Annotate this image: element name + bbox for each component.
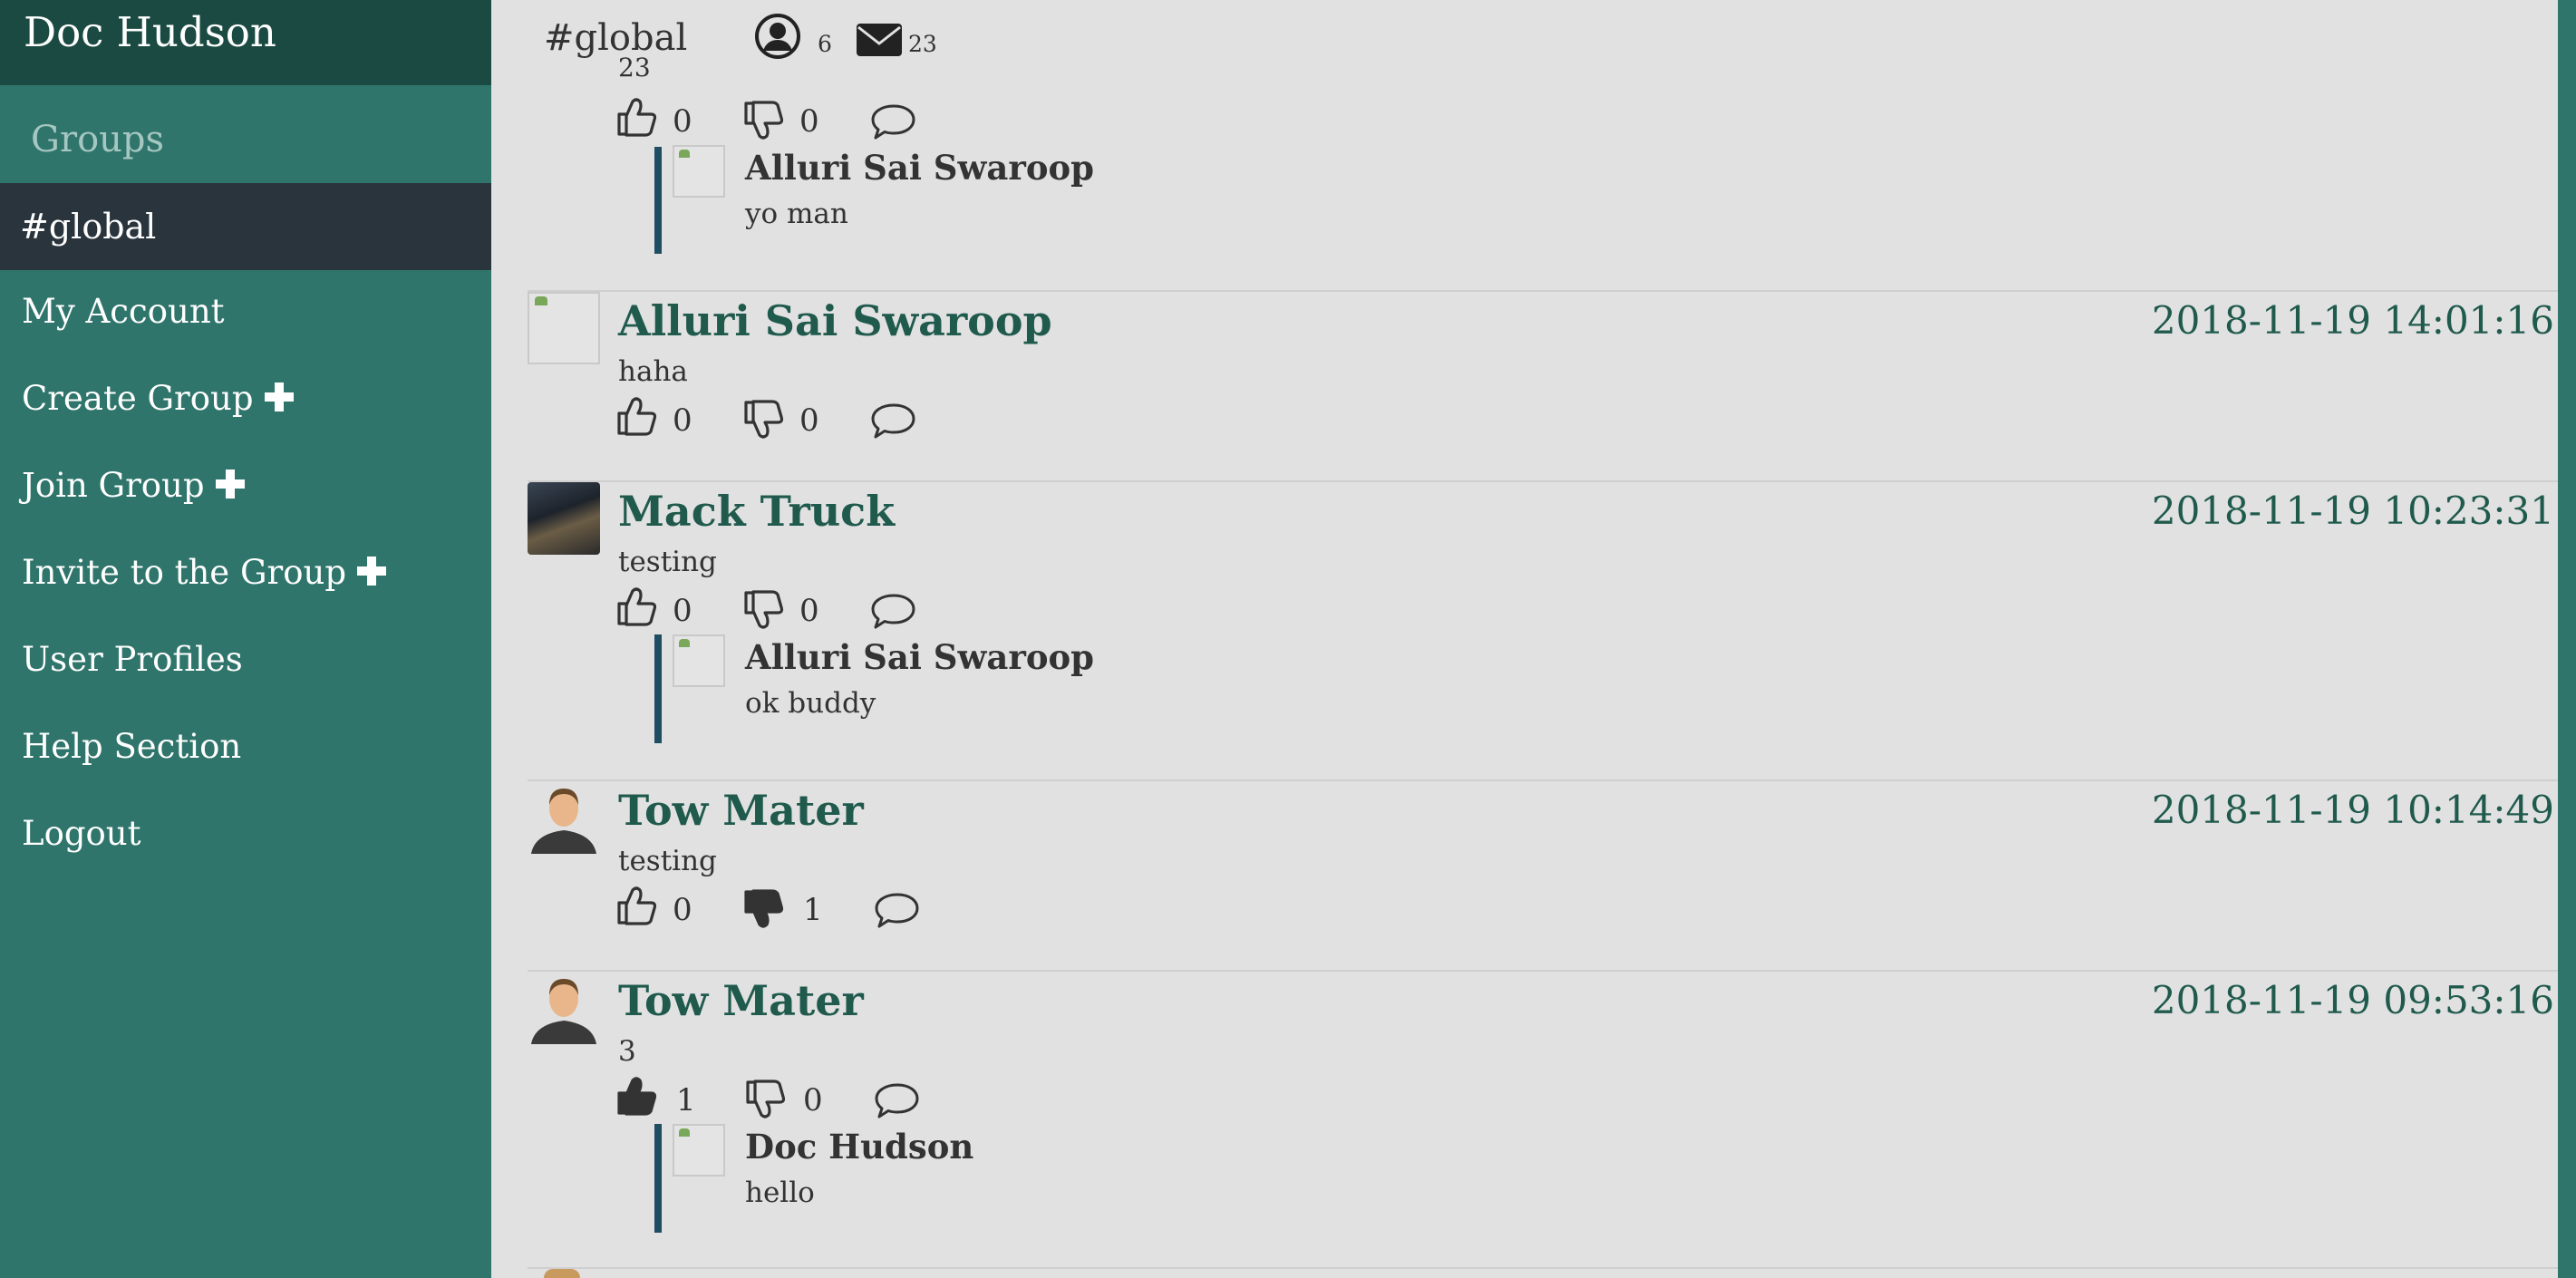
reply-bar [654,634,662,743]
sidebar-item-my-account[interactable]: My Account [22,286,225,337]
user-count: 6 [818,31,832,57]
reply-text: hello [745,1176,815,1209]
post-divider [528,779,2558,781]
post-timestamp: 2018-11-19 10:23:31 [2151,489,2554,533]
comment-icon[interactable] [874,1080,921,1120]
thumbs-up-icon[interactable] [616,98,658,138]
post-text: 3 [618,1035,636,1068]
post-divider [528,1267,2558,1269]
message-count: 23 [908,31,937,57]
right-edge-strip [2558,0,2576,1278]
sidebar-item-create-group[interactable]: Create Group [22,373,294,424]
reply-author[interactable]: Doc Hudson [745,1124,973,1169]
post-timestamp: 2018-11-19 14:01:16 [2151,298,2554,343]
thumbs-up-icon[interactable] [616,587,658,627]
reply-text: ok buddy [745,687,876,720]
post-author[interactable]: Mack Truck [618,484,895,538]
post-text: testing [618,546,717,578]
post-divider [528,290,2558,292]
default-avatar-icon [531,979,596,1044]
comment-icon[interactable] [870,102,917,141]
group-title: #global [544,17,688,59]
sidebar-item-help[interactable]: Help Section [22,721,241,772]
post-divider [528,480,2558,482]
sidebar: Doc Hudson Groups #global My Account Cre… [0,0,491,1278]
like-count: 0 [673,593,692,629]
partial-text: 23 [618,56,651,80]
dislike-count: 1 [803,892,823,928]
reply-author[interactable]: Alluri Sai Swaroop [745,145,1094,190]
avatar [673,1124,725,1176]
post-author[interactable]: Alluri Sai Swaroop [618,294,1052,348]
sidebar-groups-heading: Groups [31,119,165,160]
avatar [673,634,725,687]
dislike-count: 0 [803,1082,823,1118]
reply-bar [654,1124,662,1233]
sidebar-user-name: Doc Hudson [24,8,276,56]
mail-icon[interactable] [856,22,903,58]
sidebar-item-user-profiles[interactable]: User Profiles [22,634,243,685]
sidebar-item-label: User Profiles [22,640,243,679]
sidebar-item-invite[interactable]: Invite to the Group [22,547,387,598]
post-text: testing [618,845,717,877]
like-count: 0 [673,892,692,928]
reply-bar [654,147,662,254]
thumbs-down-icon[interactable] [743,589,785,629]
comment-icon[interactable] [870,401,917,441]
post-timestamp: 2018-11-19 09:53:16 [2151,978,2554,1022]
sidebar-item-label: Help Section [22,727,242,766]
plus-icon [215,470,245,499]
reply-text: yo man [745,198,848,230]
sidebar-item-global[interactable]: #global [0,183,491,270]
comment-icon[interactable] [874,890,921,930]
sidebar-item-label: Join Group [22,466,205,505]
plus-icon [357,557,387,586]
dislike-count: 0 [799,103,819,140]
sidebar-item-logout[interactable]: Logout [22,808,141,859]
sidebar-item-label: Logout [22,814,141,853]
reply-author[interactable]: Alluri Sai Swaroop [745,634,1094,680]
post-author[interactable]: Tow Mater [618,973,864,1028]
like-count: 0 [673,402,692,439]
thumbs-down-icon[interactable] [743,100,785,140]
like-count: 0 [673,103,692,140]
thumbs-down-icon[interactable] [745,1079,787,1118]
avatar [528,292,600,364]
thumbs-down-filled-icon[interactable] [743,888,785,928]
dislike-count: 0 [799,402,819,439]
dislike-count: 0 [799,593,819,629]
post-text: haha [618,355,688,388]
post-author[interactable]: Tow Mater [618,783,864,837]
sidebar-item-label: Invite to the Group [22,553,347,592]
default-avatar-icon [531,789,596,854]
sidebar-item-join-group[interactable]: Join Group [22,460,245,511]
post-timestamp: 2018-11-19 10:14:49 [2151,788,2554,832]
sidebar-item-label: #global [20,207,157,247]
avatar [544,1269,580,1278]
thumbs-up-filled-icon[interactable] [616,1077,658,1117]
sidebar-item-label: My Account [22,292,225,331]
user-icon[interactable] [754,13,801,60]
sidebar-item-label: Create Group [22,379,254,418]
thumbs-down-icon[interactable] [743,399,785,439]
thumbs-up-icon[interactable] [616,397,658,437]
comment-icon[interactable] [870,591,917,631]
thumbs-up-icon[interactable] [616,886,658,926]
like-count: 1 [676,1082,696,1118]
avatar [673,145,725,198]
avatar [528,482,600,555]
post-divider [528,970,2558,972]
plus-icon [264,382,294,411]
